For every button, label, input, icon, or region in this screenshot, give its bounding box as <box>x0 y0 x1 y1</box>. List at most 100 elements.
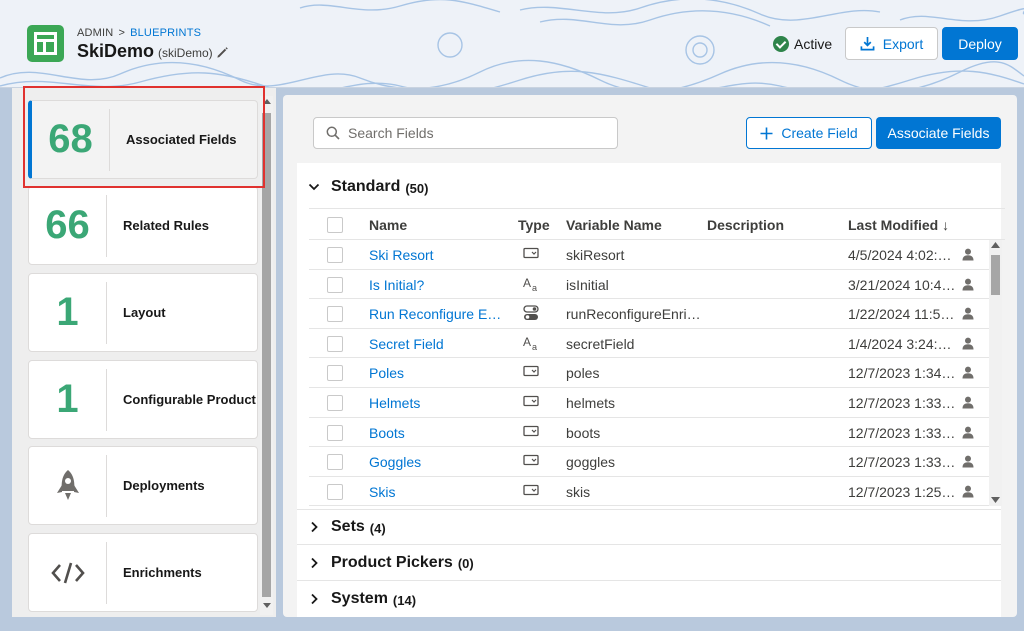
deploy-button[interactable]: Deploy <box>942 27 1018 60</box>
scroll-down-arrow-icon[interactable] <box>991 497 1000 503</box>
sidebar-item-related-rules[interactable]: 66 Related Rules <box>28 186 258 265</box>
chevron-right-icon <box>311 557 318 568</box>
picklist-icon <box>523 424 539 440</box>
field-name-link[interactable]: Goggles <box>369 454 505 470</box>
last-modified: 3/21/2024 10:46:... <box>848 276 958 293</box>
table-row[interactable]: Run Reconfigure Enr... runReconfigureEnri… <box>309 299 989 329</box>
table-row[interactable]: Secret Field Aa secretField 1/4/2024 3:24:0… <box>309 329 989 359</box>
page-title: SkiDemo <box>77 41 155 61</box>
download-icon <box>860 36 875 51</box>
sidebar-item-label: Configurable Product <box>123 392 256 407</box>
variable-name: skiResort <box>566 247 625 263</box>
last-modified: 1/4/2024 3:24:06... <box>848 335 958 352</box>
search-input[interactable] <box>348 125 608 141</box>
table-row[interactable]: Helmets helmets 12/7/2023 1:33:4... <box>309 388 989 418</box>
row-checkbox[interactable] <box>327 483 343 500</box>
picklist-icon <box>523 483 539 499</box>
sort-desc-icon: ↓ <box>942 217 950 233</box>
svg-text:A: A <box>523 335 531 349</box>
sidebar-item-enrichments[interactable]: Enrichments <box>28 533 258 612</box>
breadcrumb-blueprints[interactable]: BLUEPRINTS <box>130 27 201 39</box>
section-sets[interactable]: Sets (4) <box>297 509 1001 545</box>
table-row[interactable]: Ski Resort skiResort 4/5/2024 4:02:00... <box>309 240 989 270</box>
table-row[interactable]: Goggles goggles 12/7/2023 1:33:2... <box>309 447 989 477</box>
field-name-link[interactable]: Run Reconfigure Enr... <box>369 306 505 322</box>
user-icon[interactable] <box>962 455 974 468</box>
last-modified: 12/7/2023 1:33:2... <box>848 454 958 471</box>
column-name[interactable]: Name <box>369 217 407 233</box>
section-system[interactable]: System (14) <box>297 581 1001 617</box>
sidebar-item-label: Deployments <box>123 478 205 493</box>
section-title: System <box>331 590 388 607</box>
user-icon[interactable] <box>962 248 974 261</box>
user-icon[interactable] <box>962 396 974 409</box>
row-checkbox[interactable] <box>327 454 343 471</box>
count-value: 66 <box>45 203 90 247</box>
variable-name: poles <box>566 365 600 382</box>
table-header: Name Type Variable Name Description Last… <box>309 208 1005 240</box>
section-count: (0) <box>457 556 474 571</box>
variable-name: isInitial <box>566 276 609 293</box>
plus-icon <box>760 127 773 139</box>
row-checkbox[interactable] <box>327 365 343 382</box>
page-subtitle: (skiDemo) <box>158 46 213 60</box>
table-row[interactable]: Is Initial? Aa isInitial 3/21/2024 10:46:..… <box>309 270 989 300</box>
section-standard[interactable]: Standard (50) <box>297 169 1001 205</box>
scroll-down-arrow-icon[interactable] <box>263 603 271 608</box>
sidebar-item-configurable-product[interactable]: 1 Configurable Product <box>28 360 258 439</box>
row-checkbox[interactable] <box>327 424 343 441</box>
sidebar-item-deployments[interactable]: Deployments <box>28 446 258 525</box>
blueprint-logo-icon <box>27 25 64 62</box>
select-all-checkbox[interactable] <box>327 217 343 233</box>
section-title: Standard <box>331 178 401 195</box>
user-icon[interactable] <box>962 278 974 291</box>
field-name-link[interactable]: Is Initial? <box>369 277 505 293</box>
row-checkbox[interactable] <box>327 395 343 411</box>
field-name-link[interactable]: Helmets <box>369 395 505 411</box>
row-checkbox[interactable] <box>327 335 343 352</box>
create-field-button[interactable]: Create Field <box>746 117 872 149</box>
sidebar-item-label: Enrichments <box>123 565 202 580</box>
sidebar-item-layout[interactable]: 1 Layout <box>28 273 258 352</box>
field-name-link[interactable]: Poles <box>369 365 505 381</box>
associate-fields-button[interactable]: Associate Fields <box>876 117 1001 149</box>
section-product-pickers[interactable]: Product Pickers (0) <box>297 545 1001 581</box>
field-name-link[interactable]: Boots <box>369 425 505 441</box>
user-icon[interactable] <box>962 485 974 498</box>
scroll-up-arrow-icon[interactable] <box>991 242 1000 248</box>
svg-text:a: a <box>532 283 537 292</box>
row-checkbox[interactable] <box>327 306 343 323</box>
column-last-modified[interactable]: Last Modified ↓ <box>848 217 949 233</box>
table-row[interactable]: Skis skis 12/7/2023 1:25:3... <box>309 477 989 507</box>
last-modified: 12/7/2023 1:33:3... <box>848 424 958 441</box>
row-checkbox[interactable] <box>327 247 343 263</box>
row-checkbox[interactable] <box>327 276 343 293</box>
picklist-icon <box>523 394 539 410</box>
section-title: Product Pickers <box>331 553 453 571</box>
column-description[interactable]: Description <box>707 217 784 233</box>
export-button[interactable]: Export <box>845 27 938 60</box>
count-value: 1 <box>56 377 79 421</box>
last-modified: 12/7/2023 1:25:3... <box>848 483 958 500</box>
user-icon[interactable] <box>962 337 974 350</box>
table-scrollbar-thumb[interactable] <box>991 255 1000 295</box>
variable-name: boots <box>566 424 601 441</box>
column-type[interactable]: Type <box>518 217 550 233</box>
table-row[interactable]: Boots boots 12/7/2023 1:33:3... <box>309 418 989 448</box>
variable-name: secretField <box>566 335 635 352</box>
table-row[interactable]: Poles poles 12/7/2023 1:34:0... <box>309 358 989 388</box>
search-box[interactable] <box>313 117 618 149</box>
field-name-link[interactable]: Skis <box>369 484 505 500</box>
column-variable-name[interactable]: Variable Name <box>566 217 662 233</box>
edit-pencil-icon[interactable] <box>216 46 229 59</box>
sidebar-item-label: Layout <box>123 305 166 320</box>
field-name-link[interactable]: Secret Field <box>369 336 505 352</box>
fields-toolbar: Create Field Associate Fields <box>297 105 1001 163</box>
field-name-link[interactable]: Ski Resort <box>369 247 505 263</box>
breadcrumb-admin[interactable]: ADMIN <box>77 27 113 39</box>
section-count: (14) <box>392 592 417 608</box>
user-icon[interactable] <box>962 366 974 379</box>
user-icon[interactable] <box>962 307 974 320</box>
user-icon[interactable] <box>962 426 974 439</box>
check-circle-icon <box>773 36 789 52</box>
